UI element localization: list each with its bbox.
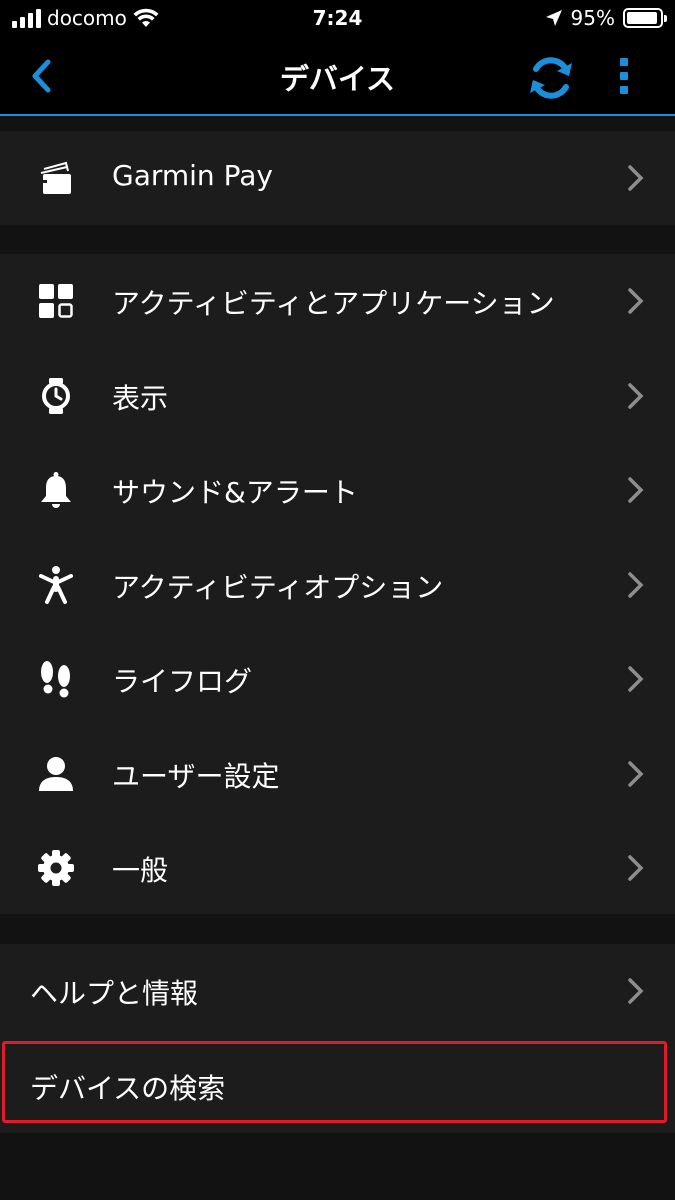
person-active-icon <box>39 566 73 604</box>
status-bar: docomo 7:24 95% <box>0 0 675 38</box>
menu-item-lifelog[interactable]: ライフログ <box>0 632 675 726</box>
gear-icon <box>38 850 74 886</box>
battery-percent: 95% <box>570 6 615 30</box>
section-help: ヘルプと情報 デバイスの検索 <box>0 944 675 1133</box>
menu-item-label: ユーザー設定 <box>112 760 280 793</box>
user-icon <box>39 757 73 791</box>
section-device-settings: アクティビティとアプリケーション 表示 サウンド&アラート アクティビティオプシ… <box>0 254 675 914</box>
chevron-right-icon <box>628 165 644 191</box>
menu-item-label: サウンド&アラート <box>112 476 358 509</box>
battery-fill <box>627 12 658 24</box>
battery-icon <box>623 8 667 28</box>
chevron-right-icon <box>628 288 644 314</box>
chevron-right-icon <box>628 477 644 503</box>
navigation-bar: デバイス <box>0 38 675 116</box>
status-right: 95% <box>545 6 667 30</box>
watch-icon <box>42 378 70 414</box>
menu-item-label: アクティビティとアプリケーション <box>112 287 555 320</box>
menu-item-sounds-alerts[interactable]: サウンド&アラート <box>0 443 675 537</box>
chevron-right-icon <box>628 978 644 1004</box>
location-arrow-icon <box>545 10 562 26</box>
more-vertical-icon[interactable] <box>612 54 636 98</box>
grid-icon <box>39 284 73 318</box>
menu-item-label: アクティビティオプション <box>112 571 444 604</box>
chevron-right-icon <box>628 572 644 598</box>
menu-item-label: ライフログ <box>112 665 253 698</box>
bell-icon <box>41 472 71 508</box>
menu-item-display[interactable]: 表示 <box>0 349 675 443</box>
menu-item-garmin-pay[interactable]: Garmin Pay <box>0 131 675 225</box>
sync-icon[interactable] <box>525 52 577 104</box>
chevron-right-icon <box>628 855 644 881</box>
section-garmin-pay: Garmin Pay <box>0 131 675 225</box>
menu-item-general[interactable]: 一般 <box>0 821 675 915</box>
menu-item-label: 表示 <box>112 382 169 415</box>
menu-item-user-settings[interactable]: ユーザー設定 <box>0 727 675 821</box>
menu-item-help-info[interactable]: ヘルプと情報 <box>0 944 675 1038</box>
chevron-right-icon <box>628 761 644 787</box>
menu-item-activity-options[interactable]: アクティビティオプション <box>0 538 675 632</box>
menu-item-label: Garmin Pay <box>112 159 273 192</box>
menu-item-label: ヘルプと情報 <box>30 977 199 1010</box>
footprints-icon <box>41 661 70 698</box>
menu-item-label: デバイスの検索 <box>30 1072 226 1105</box>
menu-item-find-device[interactable]: デバイスの検索 <box>0 1039 675 1133</box>
menu-item-activities-apps[interactable]: アクティビティとアプリケーション <box>0 254 675 348</box>
chevron-right-icon <box>628 383 644 409</box>
menu-item-label: 一般 <box>112 854 169 887</box>
chevron-right-icon <box>628 666 644 692</box>
wallet-icon <box>38 161 71 194</box>
